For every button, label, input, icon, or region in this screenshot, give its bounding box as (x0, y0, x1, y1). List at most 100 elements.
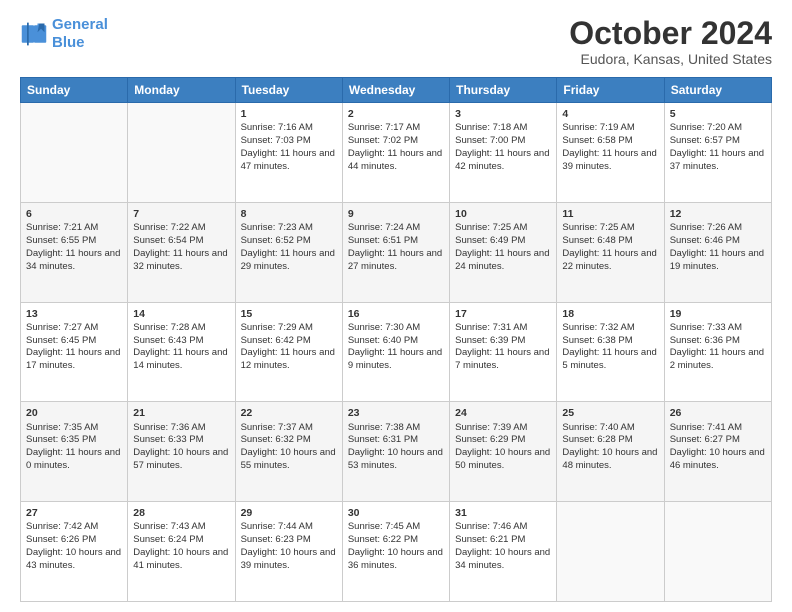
calendar-cell: 5Sunrise: 7:20 AMSunset: 6:57 PMDaylight… (664, 103, 771, 203)
sunrise-text: Sunrise: 7:41 AM (670, 422, 742, 433)
calendar-cell: 12Sunrise: 7:26 AMSunset: 6:46 PMDayligh… (664, 202, 771, 302)
sunrise-text: Sunrise: 7:22 AM (133, 222, 205, 233)
daylight-text: Daylight: 10 hours and 39 minutes. (241, 547, 336, 571)
sunset-text: Sunset: 6:43 PM (133, 335, 203, 346)
day-number: 6 (26, 207, 122, 221)
sunset-text: Sunset: 6:49 PM (455, 235, 525, 246)
sunrise-text: Sunrise: 7:33 AM (670, 322, 742, 333)
page: General Blue October 2024 Eudora, Kansas… (0, 0, 792, 612)
calendar-cell: 1Sunrise: 7:16 AMSunset: 7:03 PMDaylight… (235, 103, 342, 203)
calendar-week-row: 20Sunrise: 7:35 AMSunset: 6:35 PMDayligh… (21, 402, 772, 502)
subtitle: Eudora, Kansas, United States (569, 51, 772, 67)
calendar-cell: 17Sunrise: 7:31 AMSunset: 6:39 PMDayligh… (450, 302, 557, 402)
daylight-text: Daylight: 11 hours and 5 minutes. (562, 347, 656, 371)
sunrise-text: Sunrise: 7:28 AM (133, 322, 205, 333)
daylight-text: Daylight: 11 hours and 29 minutes. (241, 248, 335, 272)
sunset-text: Sunset: 6:33 PM (133, 434, 203, 445)
daylight-text: Daylight: 10 hours and 34 minutes. (455, 547, 550, 571)
day-number: 23 (348, 406, 444, 420)
calendar-cell: 21Sunrise: 7:36 AMSunset: 6:33 PMDayligh… (128, 402, 235, 502)
sunset-text: Sunset: 6:26 PM (26, 534, 96, 545)
calendar-week-row: 1Sunrise: 7:16 AMSunset: 7:03 PMDaylight… (21, 103, 772, 203)
calendar-cell (128, 103, 235, 203)
calendar-cell: 31Sunrise: 7:46 AMSunset: 6:21 PMDayligh… (450, 502, 557, 602)
day-number: 30 (348, 506, 444, 520)
day-number: 12 (670, 207, 766, 221)
day-number: 3 (455, 107, 551, 121)
daylight-text: Daylight: 10 hours and 53 minutes. (348, 447, 443, 471)
col-tuesday: Tuesday (235, 78, 342, 103)
sunset-text: Sunset: 6:21 PM (455, 534, 525, 545)
daylight-text: Daylight: 11 hours and 39 minutes. (562, 148, 656, 172)
calendar-cell: 14Sunrise: 7:28 AMSunset: 6:43 PMDayligh… (128, 302, 235, 402)
sunrise-text: Sunrise: 7:19 AM (562, 122, 634, 133)
day-number: 26 (670, 406, 766, 420)
col-saturday: Saturday (664, 78, 771, 103)
logo: General Blue (20, 16, 108, 52)
calendar-cell: 30Sunrise: 7:45 AMSunset: 6:22 PMDayligh… (342, 502, 449, 602)
sunset-text: Sunset: 6:39 PM (455, 335, 525, 346)
sunrise-text: Sunrise: 7:23 AM (241, 222, 313, 233)
sunrise-text: Sunrise: 7:31 AM (455, 322, 527, 333)
day-number: 15 (241, 307, 337, 321)
calendar-cell: 13Sunrise: 7:27 AMSunset: 6:45 PMDayligh… (21, 302, 128, 402)
calendar-cell: 2Sunrise: 7:17 AMSunset: 7:02 PMDaylight… (342, 103, 449, 203)
daylight-text: Daylight: 11 hours and 37 minutes. (670, 148, 764, 172)
daylight-text: Daylight: 11 hours and 42 minutes. (455, 148, 549, 172)
day-number: 7 (133, 207, 229, 221)
sunset-text: Sunset: 6:22 PM (348, 534, 418, 545)
daylight-text: Daylight: 11 hours and 32 minutes. (133, 248, 227, 272)
header: General Blue October 2024 Eudora, Kansas… (20, 16, 772, 67)
sunset-text: Sunset: 6:38 PM (562, 335, 632, 346)
sunset-text: Sunset: 6:27 PM (670, 434, 740, 445)
daylight-text: Daylight: 11 hours and 9 minutes. (348, 347, 442, 371)
calendar-cell: 9Sunrise: 7:24 AMSunset: 6:51 PMDaylight… (342, 202, 449, 302)
sunrise-text: Sunrise: 7:29 AM (241, 322, 313, 333)
day-number: 28 (133, 506, 229, 520)
daylight-text: Daylight: 10 hours and 57 minutes. (133, 447, 228, 471)
col-sunday: Sunday (21, 78, 128, 103)
calendar-week-row: 27Sunrise: 7:42 AM Sunset: 6:26 PM Dayligh… (21, 502, 772, 602)
logo-line1: General (52, 16, 108, 33)
sunset-text: Sunset: 6:57 PM (670, 135, 740, 146)
sunset-text: Sunset: 7:00 PM (455, 135, 525, 146)
daylight-text: Daylight: 10 hours and 46 minutes. (670, 447, 765, 471)
sunrise-text: Sunrise: 7:42 AM (26, 521, 98, 532)
daylight-text: Daylight: 10 hours and 43 minutes. (26, 547, 121, 571)
sunrise-text: Sunrise: 7:44 AM (241, 521, 313, 532)
daylight-text: Daylight: 11 hours and 14 minutes. (133, 347, 227, 371)
daylight-text: Daylight: 11 hours and 44 minutes. (348, 148, 442, 172)
day-number: 17 (455, 307, 551, 321)
calendar-cell: 23Sunrise: 7:38 AMSunset: 6:31 PMDayligh… (342, 402, 449, 502)
day-number: 13 (26, 307, 122, 321)
day-number: 27 (26, 506, 122, 520)
daylight-text: Daylight: 10 hours and 50 minutes. (455, 447, 550, 471)
sunset-text: Sunset: 6:23 PM (241, 534, 311, 545)
col-monday: Monday (128, 78, 235, 103)
sunrise-text: Sunrise: 7:18 AM (455, 122, 527, 133)
sunset-text: Sunset: 6:58 PM (562, 135, 632, 146)
calendar-cell: 22Sunrise: 7:37 AMSunset: 6:32 PMDayligh… (235, 402, 342, 502)
calendar-cell: 15Sunrise: 7:29 AMSunset: 6:42 PMDayligh… (235, 302, 342, 402)
day-number: 29 (241, 506, 337, 520)
column-header-row: Sunday Monday Tuesday Wednesday Thursday… (21, 78, 772, 103)
sunset-text: Sunset: 6:55 PM (26, 235, 96, 246)
sunrise-text: Sunrise: 7:25 AM (562, 222, 634, 233)
daylight-text: Daylight: 11 hours and 17 minutes. (26, 347, 120, 371)
daylight-text: Daylight: 11 hours and 34 minutes. (26, 248, 120, 272)
daylight-text: Daylight: 10 hours and 36 minutes. (348, 547, 443, 571)
day-number: 31 (455, 506, 551, 520)
day-number: 10 (455, 207, 551, 221)
sunrise-text: Sunrise: 7:27 AM (26, 322, 98, 333)
sunrise-text: Sunrise: 7:36 AM (133, 422, 205, 433)
sunset-text: Sunset: 6:36 PM (670, 335, 740, 346)
col-friday: Friday (557, 78, 664, 103)
sunrise-text: Sunrise: 7:16 AM (241, 122, 313, 133)
calendar-cell: 27Sunrise: 7:42 AM Sunset: 6:26 PM Dayligh… (21, 502, 128, 602)
sunset-text: Sunset: 6:31 PM (348, 434, 418, 445)
calendar-cell: 6Sunrise: 7:21 AMSunset: 6:55 PMDaylight… (21, 202, 128, 302)
daylight-text: Daylight: 11 hours and 27 minutes. (348, 248, 442, 272)
day-number: 22 (241, 406, 337, 420)
sunrise-text: Sunrise: 7:24 AM (348, 222, 420, 233)
calendar-cell: 7Sunrise: 7:22 AMSunset: 6:54 PMDaylight… (128, 202, 235, 302)
